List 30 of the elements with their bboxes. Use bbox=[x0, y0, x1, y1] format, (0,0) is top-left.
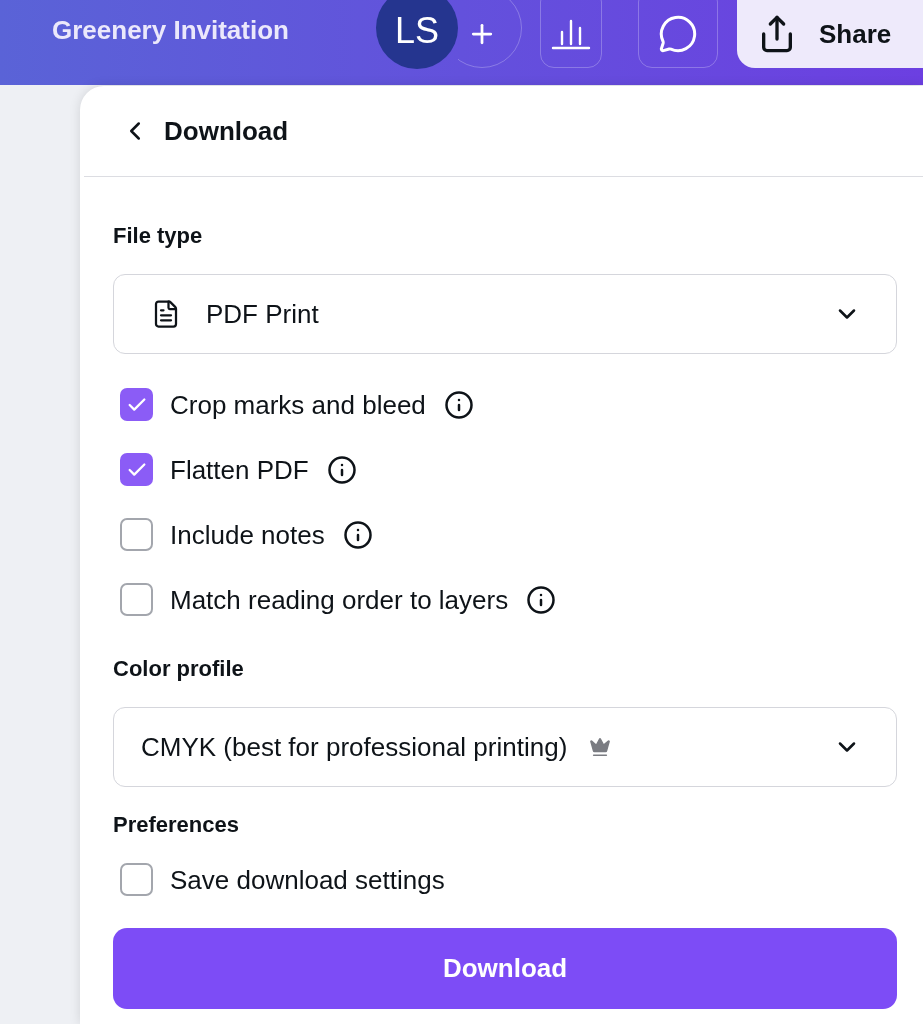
info-icon[interactable] bbox=[326, 454, 357, 485]
add-collaborator-button[interactable] bbox=[458, 0, 522, 68]
checkbox[interactable] bbox=[120, 518, 153, 551]
info-icon[interactable] bbox=[342, 519, 373, 550]
file-type-dropdown[interactable]: PDF Print bbox=[113, 274, 897, 354]
option-label: Flatten PDF bbox=[170, 453, 309, 487]
user-avatar[interactable]: LS bbox=[376, 0, 458, 69]
panel-title: Download bbox=[164, 115, 289, 148]
checkbox[interactable] bbox=[120, 388, 153, 421]
document-title[interactable]: Greenery Invitation bbox=[52, 15, 289, 45]
option-label: Include notes bbox=[170, 518, 325, 552]
speech-bubble-icon bbox=[658, 14, 698, 54]
checkbox[interactable] bbox=[120, 453, 153, 486]
section-label: Preferences bbox=[113, 811, 240, 839]
section-label: File type bbox=[113, 222, 204, 250]
option-label: Save download settings bbox=[170, 863, 445, 897]
share-button[interactable]: Share bbox=[737, 0, 923, 68]
checkbox[interactable] bbox=[120, 863, 153, 896]
crown-icon bbox=[589, 736, 612, 758]
comment-button[interactable] bbox=[638, 0, 718, 68]
info-icon[interactable] bbox=[526, 584, 557, 615]
color-profile-dropdown[interactable]: CMYK (best for professional printing) bbox=[113, 707, 897, 787]
section-label: Color profile bbox=[113, 655, 245, 683]
insights-button[interactable] bbox=[540, 0, 602, 68]
checkbox[interactable] bbox=[120, 583, 153, 616]
download-button[interactable]: Download bbox=[113, 928, 897, 1009]
info-icon[interactable] bbox=[443, 389, 474, 420]
option-label: Crop marks and bleed bbox=[170, 388, 426, 422]
option-label: Match reading order to layers bbox=[170, 583, 509, 617]
bar-chart-icon bbox=[551, 18, 591, 50]
